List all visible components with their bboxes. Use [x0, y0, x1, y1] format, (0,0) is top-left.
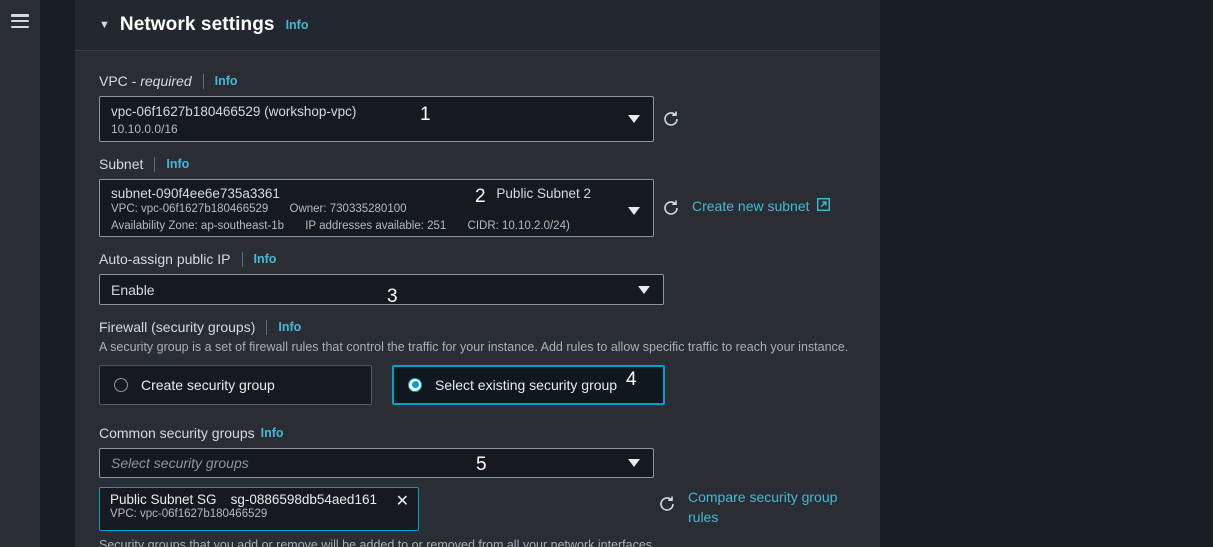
vpc-row: vpc-06f1627b180466529 (workshop-vpc) 10.… — [99, 96, 856, 142]
page-background — [880, 0, 1213, 547]
create-new-subnet-link[interactable]: Create new subnet — [692, 197, 830, 216]
subnet-meta-az: Availability Zone: ap-southeast-1b — [111, 219, 285, 232]
radio-select-existing-security-group-label: Select existing security group — [435, 376, 618, 393]
auto-assign-ip-value: Enable — [111, 281, 155, 298]
label-divider — [266, 319, 268, 335]
firewall-info-link[interactable]: Info — [278, 320, 301, 334]
label-divider — [202, 73, 204, 89]
subnet-select[interactable]: subnet-090f4ee6e735a3361 Public Subnet 2… — [99, 179, 654, 237]
firewall-label-row: Firewall (security groups) Info — [99, 319, 856, 335]
radio-icon-selected — [408, 377, 422, 392]
security-groups-refresh-button[interactable] — [652, 489, 682, 519]
chevron-down-icon — [628, 115, 640, 123]
close-icon[interactable]: ✕ — [396, 493, 409, 510]
page-gutter — [40, 0, 75, 547]
security-group-token-name: Public Subnet SG — [110, 491, 217, 507]
firewall-label: Firewall (security groups) — [99, 319, 256, 335]
subnet-meta-cidr: CIDR: 10.10.2.0/24) — [467, 219, 570, 232]
vpc-refresh-button[interactable] — [656, 104, 686, 134]
left-rail — [0, 0, 40, 547]
auto-assign-ip-label: Auto-assign public IP — [99, 251, 231, 267]
common-security-groups-placeholder: Select security groups — [111, 454, 249, 471]
network-settings-info-link[interactable]: Info — [286, 18, 309, 32]
create-new-subnet-label: Create new subnet — [692, 198, 810, 214]
subnet-refresh-button[interactable] — [656, 193, 686, 223]
security-group-token[interactable]: Public Subnet SG sg-0886598db54aed161 VP… — [99, 486, 419, 531]
hamburger-menu-icon[interactable] — [11, 14, 29, 28]
radio-icon — [114, 377, 128, 392]
subnet-label-row: Subnet Info — [99, 156, 856, 172]
vpc-selected-id: vpc-06f1627b180466529 (workshop-vpc) — [111, 104, 357, 119]
refresh-icon — [664, 111, 678, 126]
common-security-groups-label-row: Common security groups Info — [99, 425, 856, 441]
page-title: Network settings — [119, 14, 275, 35]
subnet-meta-line-2: Availability Zone: ap-southeast-1b IP ad… — [111, 218, 617, 235]
security-group-token-id: sg-0886598db54aed161 — [230, 491, 377, 507]
chevron-down-icon — [628, 207, 640, 215]
radio-select-existing-security-group[interactable]: Select existing security group — [392, 364, 665, 405]
label-divider — [154, 156, 156, 172]
firewall-options: Create security group Select existing se… — [99, 364, 856, 405]
subnet-meta-ips: IP addresses available: 251 — [305, 219, 447, 232]
subnet-meta-owner: Owner: 730335280100 — [289, 203, 407, 215]
common-security-groups-select[interactable]: Select security groups — [99, 447, 654, 478]
subnet-meta-line-1: VPC: vpc-06f1627b180466529 Owner: 730335… — [111, 201, 617, 218]
network-settings-header: ▼ Network settings Info — [75, 0, 880, 51]
subnet-row: subnet-090f4ee6e735a3361 Public Subnet 2… — [99, 179, 856, 237]
auto-assign-ip-label-row: Auto-assign public IP Info — [99, 251, 856, 267]
vpc-select[interactable]: vpc-06f1627b180466529 (workshop-vpc) 10.… — [99, 96, 654, 142]
auto-assign-ip-select[interactable]: Enable — [99, 274, 664, 305]
refresh-icon — [664, 200, 678, 215]
chevron-down-icon — [638, 286, 650, 294]
security-groups-note: Security groups that you add or remove w… — [99, 537, 656, 547]
radio-create-security-group-label: Create security group — [141, 376, 275, 393]
subnet-selected-id: subnet-090f4ee6e735a3361 — [111, 186, 280, 201]
collapse-caret-icon[interactable]: ▼ — [99, 19, 110, 31]
chevron-down-icon — [628, 458, 640, 467]
compare-security-group-rules-link[interactable]: Compare security group rules — [688, 487, 848, 528]
network-settings-body: VPC - required Info vpc-06f1627b18046652… — [75, 51, 880, 547]
vpc-selected-cidr: 10.10.0.0/16 — [111, 122, 178, 137]
selected-security-group-row: Public Subnet SG sg-0886598db54aed161 VP… — [99, 486, 856, 531]
vpc-info-link[interactable]: Info — [215, 74, 238, 88]
auto-assign-ip-info-link[interactable]: Info — [254, 252, 277, 266]
external-link-icon — [816, 197, 830, 216]
subnet-info-link[interactable]: Info — [166, 157, 189, 171]
vpc-label: VPC - required — [99, 73, 192, 89]
common-security-groups-info-link[interactable]: Info — [261, 426, 284, 440]
security-group-token-vpc: VPC: vpc-06f1627b180466529 — [110, 507, 268, 520]
app-screen: ▼ Network settings Info VPC - required I… — [0, 0, 1213, 547]
subnet-alias: Public Subnet 2 — [496, 186, 591, 201]
label-divider — [241, 251, 243, 267]
radio-create-security-group[interactable]: Create security group — [99, 364, 372, 405]
refresh-icon — [660, 496, 674, 511]
subnet-label: Subnet — [99, 156, 144, 172]
vpc-label-row: VPC - required Info — [99, 73, 856, 89]
firewall-description: A security group is a set of firewall ru… — [99, 340, 849, 354]
subnet-meta-vpc: VPC: vpc-06f1627b180466529 — [111, 203, 269, 215]
network-settings-card: ▼ Network settings Info VPC - required I… — [75, 0, 880, 547]
common-security-groups-label: Common security groups — [99, 424, 255, 441]
